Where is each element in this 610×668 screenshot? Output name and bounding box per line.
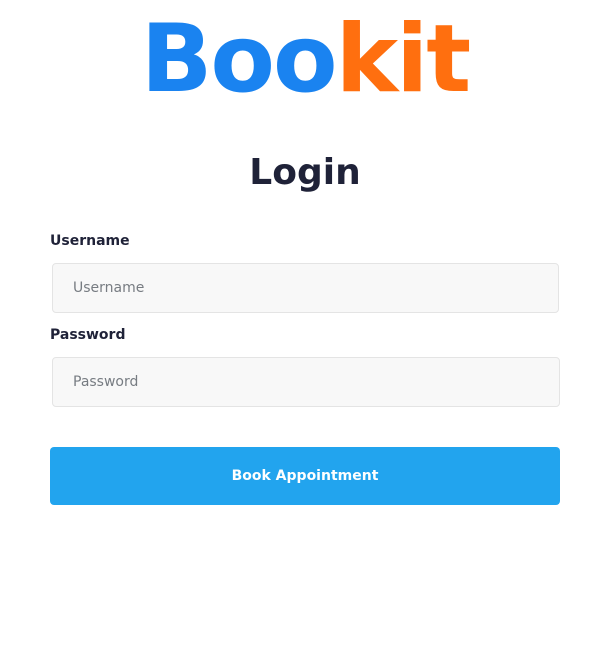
bookit-logo: Bookit — [0, 8, 610, 112]
logo-text-primary: Boo — [140, 5, 338, 114]
page-title: Login — [249, 152, 361, 193]
username-input[interactable] — [52, 263, 559, 313]
logo-text-accent: kit — [335, 5, 472, 114]
username-label: Username — [50, 233, 130, 249]
book-appointment-button[interactable]: Book Appointment — [50, 447, 560, 505]
password-input[interactable] — [52, 357, 560, 407]
password-label: Password — [50, 327, 126, 343]
